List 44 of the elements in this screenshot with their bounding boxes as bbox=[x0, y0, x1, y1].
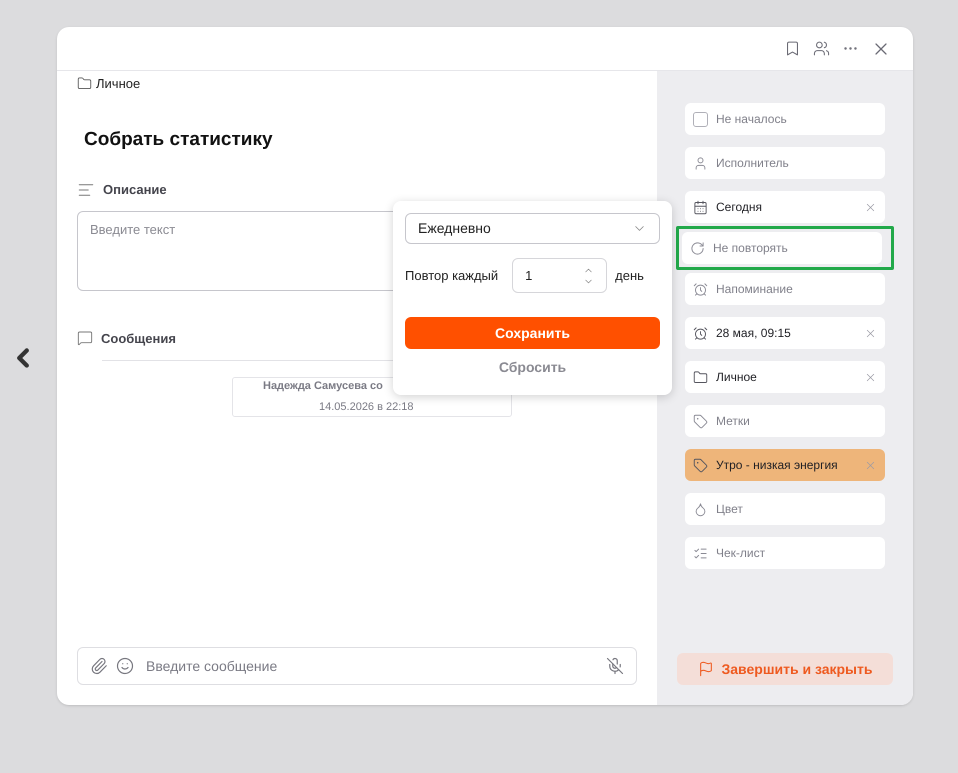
sidebar-item[interactable]: Не началось bbox=[685, 103, 885, 135]
folder-icon bbox=[693, 370, 708, 384]
breadcrumb[interactable]: Личное bbox=[96, 74, 140, 94]
flag-icon bbox=[698, 661, 714, 677]
calendar-icon bbox=[693, 200, 708, 214]
tag-icon bbox=[693, 458, 708, 472]
sidebar-item[interactable]: Цвет bbox=[685, 493, 885, 525]
repeat-every-label: Повтор каждый bbox=[405, 266, 498, 285]
alarm-clock-icon bbox=[693, 326, 708, 340]
checkbox[interactable] bbox=[693, 112, 708, 126]
sidebar-item[interactable]: Метки bbox=[685, 405, 885, 437]
sidebar-item[interactable]: Личное bbox=[685, 361, 885, 393]
bookmark-icon[interactable] bbox=[784, 40, 801, 57]
message-author: Надежда Самусева со bbox=[263, 380, 383, 393]
finish-button[interactable]: Завершить и закрыть bbox=[677, 653, 893, 685]
comment-icon bbox=[77, 330, 93, 346]
paperclip-icon[interactable] bbox=[90, 657, 108, 675]
users-icon[interactable] bbox=[813, 40, 830, 57]
sidebar-item[interactable]: Утро - низкая энергия bbox=[685, 449, 885, 481]
sidebar-item[interactable]: 28 мая, 09:15 bbox=[685, 317, 885, 349]
sidebar-item[interactable]: Исполнитель bbox=[685, 147, 885, 179]
tag-icon bbox=[693, 414, 708, 428]
section-label: Сообщения bbox=[101, 330, 176, 348]
alarm-clock-icon bbox=[693, 282, 708, 296]
person-icon bbox=[693, 156, 708, 170]
muted-microphone-icon[interactable] bbox=[606, 657, 624, 675]
sidebar-item[interactable]: Не повторять bbox=[682, 232, 882, 264]
frequency-select[interactable]: Ежедневно bbox=[405, 213, 660, 244]
droplet-icon bbox=[693, 502, 708, 516]
interval-field[interactable]: 1 bbox=[512, 258, 608, 293]
sidebar-item[interactable]: Сегодня bbox=[685, 191, 885, 223]
task-title: Собрать статистику bbox=[84, 128, 274, 152]
reset-button[interactable]: Сбросить bbox=[490, 357, 574, 378]
save-button[interactable]: Сохранить bbox=[405, 317, 660, 349]
repeat-icon bbox=[690, 240, 705, 256]
sidebar-item[interactable]: Напоминание bbox=[685, 273, 885, 305]
list-icon bbox=[693, 546, 708, 560]
message-time: 14.05.2026 в 22:18 bbox=[319, 401, 414, 414]
message-input[interactable]: Введите сообщение bbox=[146, 656, 598, 676]
smiley-icon[interactable] bbox=[116, 657, 134, 675]
sidebar-item[interactable]: Чек-лист bbox=[685, 537, 885, 569]
folder-icon bbox=[77, 76, 92, 92]
section-label: Описание bbox=[103, 181, 167, 199]
message-composer[interactable]: Введите сообщение bbox=[77, 647, 637, 685]
